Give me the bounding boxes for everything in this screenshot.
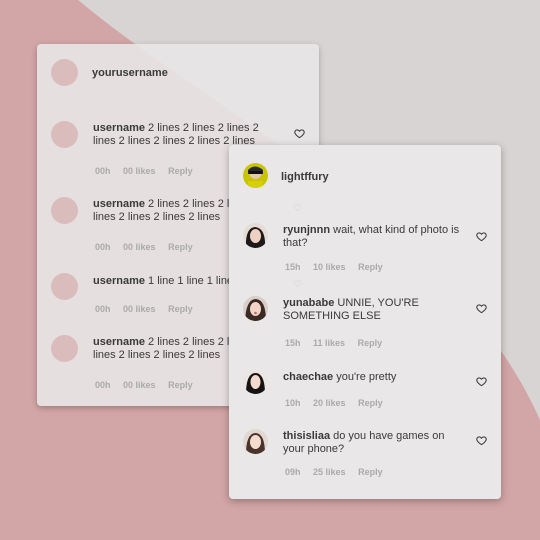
heart-icon[interactable]: [476, 231, 487, 242]
comment-username[interactable]: username: [93, 122, 145, 134]
reply-link[interactable]: Reply: [168, 380, 193, 390]
comment-username[interactable]: thisisliaa: [283, 430, 330, 442]
commenter-avatar[interactable]: [243, 223, 268, 248]
avatar-placeholder: [51, 273, 78, 300]
comment-meta: 00h 00 likes Reply: [95, 380, 203, 390]
reply-link[interactable]: Reply: [168, 242, 193, 252]
header-avatar[interactable]: [243, 163, 268, 188]
comment-body: you're pretty: [336, 371, 397, 383]
comment-username[interactable]: username: [93, 198, 145, 210]
commenter-avatar[interactable]: [243, 296, 268, 321]
comment-likes[interactable]: 11 likes: [313, 338, 345, 348]
comment-likes[interactable]: 00 likes: [123, 242, 156, 252]
comment-likes[interactable]: 25 likes: [313, 467, 346, 477]
comment-likes[interactable]: 20 likes: [313, 398, 346, 408]
reply-link[interactable]: Reply: [358, 262, 383, 272]
comment-meta: 15h 10 likes Reply: [285, 262, 393, 272]
comment-time: 09h: [285, 467, 301, 477]
heart-icon[interactable]: [476, 376, 487, 387]
comment-likes[interactable]: 10 likes: [313, 262, 346, 272]
comment-meta: 00h 00 likes Reply: [95, 166, 203, 176]
comment-time: 15h: [285, 338, 301, 348]
heart-icon[interactable]: [476, 303, 487, 314]
reply-link[interactable]: Reply: [358, 398, 383, 408]
front-comments-panel: lightffury ♡ ryunjnnn wait, what kind of…: [229, 145, 501, 499]
comment-meta: 15h 11 likes Reply: [285, 338, 392, 348]
avatar-placeholder: [51, 197, 78, 224]
ghost-heart-icon: ♡: [293, 279, 302, 290]
comment-username[interactable]: username: [93, 275, 145, 287]
reply-link[interactable]: Reply: [168, 166, 193, 176]
comment-time: 00h: [95, 304, 111, 314]
commenter-avatar[interactable]: [243, 429, 268, 454]
comment-username[interactable]: ryunjnnn: [283, 224, 330, 236]
comment-meta: 09h 25 likes Reply: [285, 467, 393, 477]
avatar-placeholder: [51, 335, 78, 362]
comment-meta: 00h 00 likes Reply: [95, 242, 203, 252]
comment-username[interactable]: chaechae: [283, 371, 333, 383]
comment-time: 00h: [95, 380, 111, 390]
comment-likes[interactable]: 00 likes: [123, 380, 156, 390]
avatar-placeholder: [51, 121, 78, 148]
reply-link[interactable]: Reply: [358, 338, 383, 348]
comment-text-block: yunababe UNNIE, YOU'RE SOMETHING ELSE: [283, 297, 468, 323]
comment-meta: 10h 20 likes Reply: [285, 398, 393, 408]
comment-meta: 00h 00 likes Reply: [95, 304, 203, 314]
comment-time: 00h: [95, 166, 111, 176]
comment-time: 00h: [95, 242, 111, 252]
heart-icon[interactable]: [476, 435, 487, 446]
comment-text-block: chaechae you're pretty: [283, 371, 468, 384]
commenter-avatar[interactable]: [243, 369, 268, 394]
header-username[interactable]: yourusername: [92, 67, 168, 79]
comment-username[interactable]: yunababe: [283, 297, 334, 309]
header-avatar-placeholder: [51, 59, 78, 86]
comment-likes[interactable]: 00 likes: [123, 166, 156, 176]
comment-time: 10h: [285, 398, 301, 408]
header-username[interactable]: lightffury: [281, 171, 329, 183]
heart-icon[interactable]: [294, 128, 305, 139]
comment-text-block: thisisliaa do you have games on your pho…: [283, 430, 468, 456]
comment-likes[interactable]: 00 likes: [123, 304, 156, 314]
reply-link[interactable]: Reply: [168, 304, 193, 314]
ghost-heart-icon: ♡: [293, 203, 302, 214]
comment-text-block: ryunjnnn wait, what kind of photo is tha…: [283, 224, 463, 250]
comment-username[interactable]: username: [93, 336, 145, 348]
comment-time: 15h: [285, 262, 301, 272]
reply-link[interactable]: Reply: [358, 467, 383, 477]
